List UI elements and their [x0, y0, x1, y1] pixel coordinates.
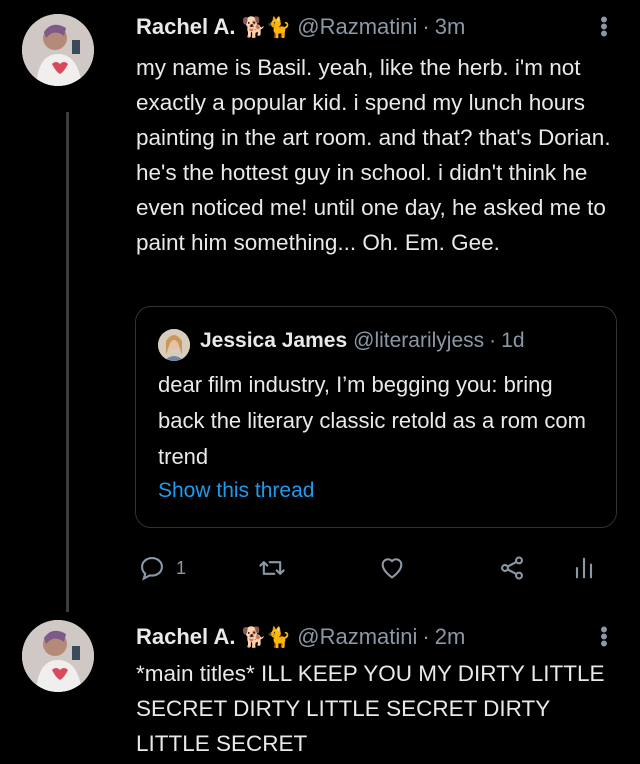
analytics-icon — [575, 557, 593, 579]
share-button[interactable] — [498, 548, 526, 588]
separator-dot: · — [422, 14, 430, 39]
like-icon — [381, 558, 403, 579]
separator-dot: · — [422, 624, 430, 649]
thread-line — [66, 112, 69, 612]
reply-button[interactable]: 1 — [138, 548, 186, 588]
retweet-icon — [259, 561, 285, 575]
author-name[interactable]: Rachel A. — [136, 14, 235, 39]
timestamp[interactable]: 2m — [435, 624, 466, 649]
separator-dot: · — [489, 329, 497, 352]
reply-icon — [141, 557, 163, 581]
author-name[interactable]: Rachel A. — [136, 624, 235, 649]
avatar[interactable] — [22, 620, 94, 692]
avatar[interactable] — [22, 14, 94, 86]
tweet-actions: 1 — [0, 548, 640, 588]
author-emoji: 🐕🐈 — [241, 15, 292, 39]
share-icon — [501, 556, 523, 580]
quoted-timestamp: 1d — [501, 329, 525, 352]
like-button[interactable] — [378, 548, 406, 588]
retweet-button[interactable] — [258, 548, 286, 588]
tweet-header: Rachel A. 🐕🐈 @Razmatini · 2m — [136, 624, 465, 650]
quoted-avatar — [158, 329, 190, 361]
reply-count: 1 — [176, 557, 187, 578]
quoted-header: Jessica James @literarilyjess · 1d — [200, 329, 525, 353]
tweet-1[interactable]: Rachel A. 🐕🐈 @Razmatini · 3m • • • my name is … — [0, 0, 640, 612]
tweet-text: my name is Basil. yeah, like the herb. i… — [136, 55, 611, 255]
author-handle[interactable]: @Razmatini — [297, 624, 417, 649]
tweet-header: Rachel A. 🐕🐈 @Razmatini · 3m — [136, 14, 465, 40]
more-icon[interactable]: • • • — [594, 619, 614, 655]
more-icon[interactable]: • • • — [594, 9, 614, 45]
show-thread-link[interactable]: Show this thread — [158, 479, 314, 503]
analytics-button[interactable] — [570, 548, 598, 588]
quoted-text: dear film industry, I’m begging you: bri… — [158, 372, 586, 469]
author-handle[interactable]: @Razmatini — [297, 14, 417, 39]
author-emoji: 🐕🐈 — [241, 625, 292, 649]
timestamp[interactable]: 3m — [435, 14, 466, 39]
quoted-tweet[interactable]: Jessica James @literarilyjess · 1d dear fil… — [135, 306, 617, 528]
tweet-text: *main titles* ILL KEEP YOU MY DIRTY LITT… — [136, 661, 605, 756]
quoted-author-handle: @literarilyjess — [353, 329, 485, 352]
quoted-author-name: Jessica James — [200, 329, 348, 352]
tweet-2[interactable]: Rachel A. 🐕🐈 @Razmatini · 2m • • • *main title… — [0, 612, 640, 764]
